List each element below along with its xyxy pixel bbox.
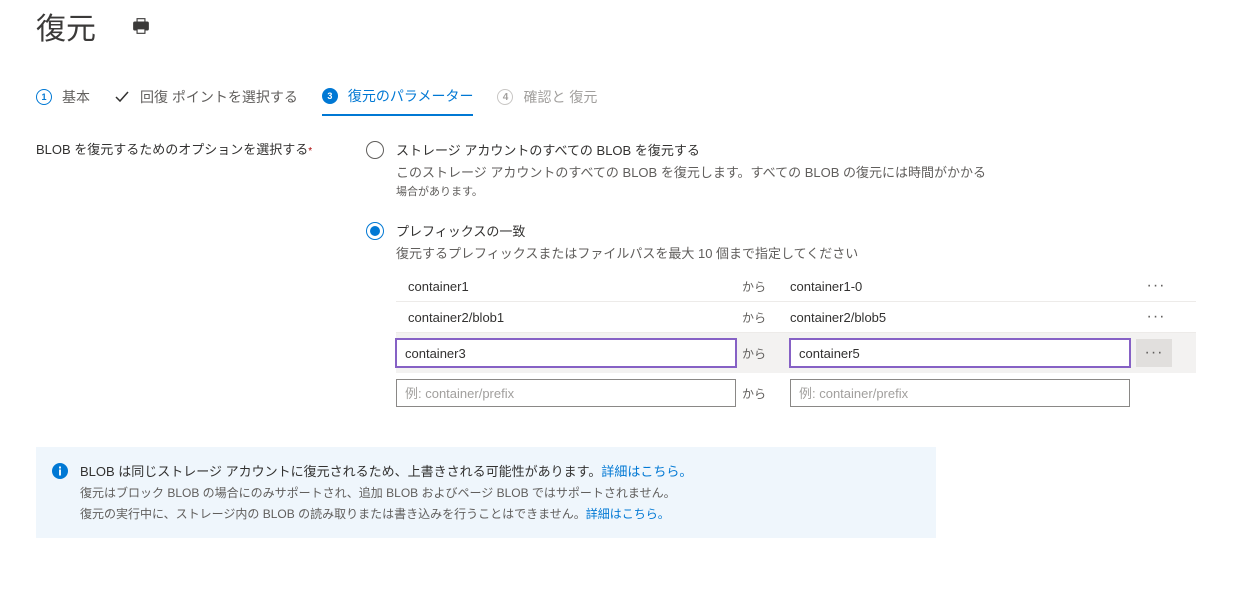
radio-prefix-match[interactable]: [366, 222, 384, 240]
checkmark-icon: [114, 89, 130, 105]
prefix-from: container1: [396, 279, 736, 294]
step-label: 回復 ポイントを選択する: [140, 87, 298, 107]
prefix-to-input[interactable]: [790, 339, 1130, 367]
print-icon[interactable]: [132, 17, 150, 35]
step-label: 基本: [62, 87, 90, 107]
row-more-icon[interactable]: ···: [1136, 277, 1176, 295]
info-line-2: 復元はブロック BLOB の場合にのみサポートされ、追加 BLOB およびページ…: [80, 483, 692, 503]
step-recovery-point[interactable]: 回復 ポイントを選択する: [114, 87, 298, 115]
step-review-restore: 4 確認と 復元: [497, 87, 597, 115]
prefix-row: container1 から container1-0 ···: [396, 271, 1196, 302]
radio-restore-all-desc: このストレージ アカウントのすべての BLOB を復元します。すべての BLOB…: [396, 163, 1116, 201]
learn-more-link[interactable]: 詳細はこちら。: [586, 507, 670, 521]
step-number-icon: 4: [497, 89, 513, 105]
prefix-from-input[interactable]: [396, 339, 736, 367]
info-line-1: BLOB は同じストレージ アカウントに復元されるため、上書きされる可能性があり…: [80, 461, 692, 483]
prefix-table: container1 から container1-0 ··· container…: [396, 271, 1196, 413]
from-label: から: [742, 278, 784, 295]
from-label: から: [742, 385, 784, 402]
step-number-icon: 1: [36, 89, 52, 105]
radio-prefix-match-desc: 復元するプレフィックスまたはファイルパスを最大 10 個まで指定してください: [396, 244, 1116, 265]
wizard-stepper: 1 基本 回復 ポイントを選択する 3 復元のパラメーター 4 確認と 復元: [36, 86, 1214, 116]
page-title: 復元: [36, 4, 96, 48]
from-label: から: [742, 309, 784, 326]
prefix-row-editing: から ···: [396, 333, 1196, 373]
step-number-icon: 3: [322, 88, 338, 104]
prefix-from: container2/blob1: [396, 310, 736, 325]
prefix-from-input[interactable]: [396, 379, 736, 407]
step-label: 復元のパラメーター: [348, 86, 474, 106]
prefix-to-input[interactable]: [790, 379, 1130, 407]
step-label: 確認と 復元: [523, 87, 597, 107]
restore-option-label: BLOB を復元するためのオプションを選択する*: [36, 140, 336, 162]
learn-more-link[interactable]: 詳細はこちら。: [601, 464, 692, 479]
radio-restore-all[interactable]: [366, 141, 384, 159]
row-more-icon[interactable]: ···: [1145, 344, 1164, 362]
required-star-icon: *: [308, 146, 312, 157]
radio-prefix-match-label: プレフィックスの一致: [396, 221, 525, 240]
row-more-icon[interactable]: ···: [1136, 308, 1176, 326]
prefix-row: container2/blob1 から container2/blob5 ···: [396, 302, 1196, 333]
info-banner: BLOB は同じストレージ アカウントに復元されるため、上書きされる可能性があり…: [36, 447, 936, 538]
info-icon: [52, 463, 68, 479]
prefix-row-new: から: [396, 373, 1196, 413]
step-basic[interactable]: 1 基本: [36, 87, 90, 115]
from-label: から: [742, 345, 784, 362]
prefix-to: container2/blob5: [790, 310, 1130, 325]
step-restore-params[interactable]: 3 復元のパラメーター: [322, 86, 474, 116]
info-line-3: 復元の実行中に、ストレージ内の BLOB の読み取りまたは書き込みを行うことはで…: [80, 504, 692, 524]
prefix-to: container1-0: [790, 279, 1130, 294]
radio-restore-all-label: ストレージ アカウントのすべての BLOB を復元する: [396, 140, 700, 159]
